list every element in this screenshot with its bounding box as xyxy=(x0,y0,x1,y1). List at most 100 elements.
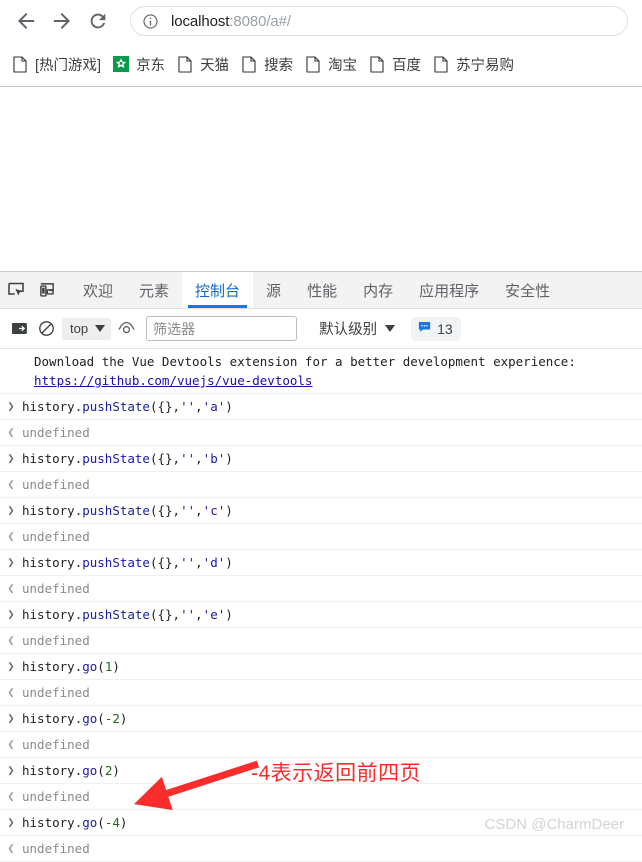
reload-button[interactable] xyxy=(80,3,116,39)
page-icon xyxy=(12,55,28,73)
console-result-row[interactable]: ❮ undefined xyxy=(0,472,642,498)
console-message-text: undefined xyxy=(22,633,90,648)
console-result-row[interactable]: ❮ undefined xyxy=(0,576,642,602)
issues-badge[interactable]: 13 xyxy=(411,316,461,341)
command-marker-icon: ❯ xyxy=(7,503,15,517)
command-marker-icon: ❯ xyxy=(7,555,15,569)
bookmark-item-0[interactable]: [热门游戏] xyxy=(6,50,107,78)
show-console-sidebar-icon[interactable] xyxy=(6,315,33,342)
console-message-text: undefined xyxy=(22,737,90,752)
page-icon xyxy=(433,55,449,73)
issues-speech-bubble-icon xyxy=(417,319,432,339)
console-command-row[interactable]: ❯ history.go(2) xyxy=(0,758,642,784)
command-marker-icon: ❯ xyxy=(7,815,15,829)
clear-console-icon[interactable] xyxy=(33,315,60,342)
console-command-row[interactable]: ❯ history.pushState({},'','a') xyxy=(0,394,642,420)
console-message-text: history.go(-2) xyxy=(22,711,128,726)
tab-console[interactable]: 控制台 xyxy=(182,272,254,308)
bookmark-item-3[interactable]: 搜索 xyxy=(235,50,299,78)
console-message-text: history.pushState({},'','d') xyxy=(22,555,233,570)
result-marker-icon: ❮ xyxy=(7,477,15,491)
log-level-value: 默认级别 xyxy=(319,322,378,338)
console-result-row[interactable]: ❮ undefined xyxy=(0,680,642,706)
console-message-text: history.pushState({},'','e') xyxy=(22,607,233,622)
console-message-text: Download the Vue Devtools extension for … xyxy=(34,354,576,388)
console-message-text: undefined xyxy=(22,581,90,596)
live-expression-icon[interactable] xyxy=(113,315,140,342)
device-toolbar-icon[interactable] xyxy=(31,272,62,308)
console-message-text: history.pushState({},'','c') xyxy=(22,503,233,518)
inspect-element-icon[interactable] xyxy=(0,272,31,308)
console-result-row[interactable]: ❮ undefined xyxy=(0,628,642,654)
console-result-row[interactable]: ❮ undefined xyxy=(0,784,642,810)
log-level-selector[interactable]: 默认级别 xyxy=(311,317,399,341)
console-message-text: undefined xyxy=(22,529,90,544)
console-command-row[interactable]: ❯ history.go(1) xyxy=(0,654,642,680)
command-marker-icon: ❯ xyxy=(7,399,15,413)
bookmark-item-6[interactable]: 苏宁易购 xyxy=(427,50,520,78)
bookmark-label: 天猫 xyxy=(200,57,230,74)
address-bar-url: localhost:8080/a#/ xyxy=(171,13,291,30)
bookmark-label: [热门游戏] xyxy=(35,57,102,74)
tab-application[interactable]: 应用程序 xyxy=(406,272,492,308)
result-marker-icon: ❮ xyxy=(7,633,15,647)
command-marker-icon: ❯ xyxy=(7,763,15,777)
tab-security[interactable]: 安全性 xyxy=(492,272,563,308)
console-result-row[interactable]: ❮ undefined xyxy=(0,836,642,862)
console-command-row[interactable]: ❯ history.pushState({},'','d') xyxy=(0,550,642,576)
console-message-link[interactable]: https://github.com/vuejs/vue-devtools xyxy=(34,373,312,388)
tab-label: 欢迎 xyxy=(83,282,114,300)
site-info-icon[interactable] xyxy=(142,13,159,30)
bookmark-item-5[interactable]: 百度 xyxy=(363,50,427,78)
back-arrow-icon xyxy=(18,13,34,29)
chevron-down-icon xyxy=(385,325,396,332)
console-command-row[interactable]: ❯ history.pushState({},'','c') xyxy=(0,498,642,524)
tab-label: 应用程序 xyxy=(419,282,480,300)
console-message-text: undefined xyxy=(22,789,90,804)
devtools-panel: 欢迎 元素 控制台 源 性能 内存 应用程序 安全性 top 筛选器 默认级别 … xyxy=(0,271,642,862)
forward-button[interactable] xyxy=(44,3,80,39)
result-marker-icon: ❮ xyxy=(7,789,15,803)
bookmark-label: 搜索 xyxy=(264,57,294,74)
bookmark-label: 百度 xyxy=(392,57,422,74)
console-command-row[interactable]: ❯ history.pushState({},'','e') xyxy=(0,602,642,628)
command-marker-icon: ❯ xyxy=(7,607,15,621)
tab-label: 源 xyxy=(266,282,282,300)
console-filter-input[interactable]: 筛选器 xyxy=(146,316,298,341)
result-marker-icon: ❮ xyxy=(7,685,15,699)
result-marker-icon: ❮ xyxy=(7,529,15,543)
tab-welcome[interactable]: 欢迎 xyxy=(70,272,126,308)
tab-label: 性能 xyxy=(307,282,338,300)
tab-label: 元素 xyxy=(139,282,170,300)
console-command-row[interactable]: ❯ history.go(-4) xyxy=(0,810,642,836)
tab-elements[interactable]: 元素 xyxy=(126,272,182,308)
tab-memory[interactable]: 内存 xyxy=(350,272,406,308)
console-message-text: undefined xyxy=(22,685,90,700)
tab-sources[interactable]: 源 xyxy=(253,272,294,308)
tab-performance[interactable]: 性能 xyxy=(294,272,350,308)
execution-context-selector[interactable]: top xyxy=(62,317,112,340)
console-message-list[interactable]: Download the Vue Devtools extension for … xyxy=(0,349,642,862)
address-bar[interactable]: localhost:8080/a#/ xyxy=(130,6,628,36)
console-info-row[interactable]: Download the Vue Devtools extension for … xyxy=(0,349,642,394)
console-message-text: undefined xyxy=(22,425,90,440)
console-command-row[interactable]: ❯ history.go(-2) xyxy=(0,706,642,732)
bookmark-label: 淘宝 xyxy=(328,57,358,74)
tab-label: 内存 xyxy=(363,282,394,300)
bookmark-item-4[interactable]: 淘宝 xyxy=(299,50,363,78)
chevron-down-icon xyxy=(95,325,106,332)
command-marker-icon: ❯ xyxy=(7,711,15,725)
bookmark-item-1[interactable]: 京东 xyxy=(107,50,171,78)
console-result-row[interactable]: ❮ undefined xyxy=(0,524,642,550)
bookmark-item-2[interactable]: 天猫 xyxy=(171,50,235,78)
result-marker-icon: ❮ xyxy=(7,425,15,439)
address-bar-path: :8080/a#/ xyxy=(229,12,291,30)
console-message-text: history.pushState({},'','b') xyxy=(22,451,233,466)
bookmarks-bar: [热门游戏] 京东 天猫 搜索 淘宝 百度 苏宁易购 xyxy=(0,42,642,87)
issues-count: 13 xyxy=(437,320,453,337)
console-result-row[interactable]: ❮ undefined xyxy=(0,732,642,758)
back-button[interactable] xyxy=(8,3,44,39)
page-icon xyxy=(241,55,257,73)
console-command-row[interactable]: ❯ history.pushState({},'','b') xyxy=(0,446,642,472)
console-result-row[interactable]: ❮ undefined xyxy=(0,420,642,446)
